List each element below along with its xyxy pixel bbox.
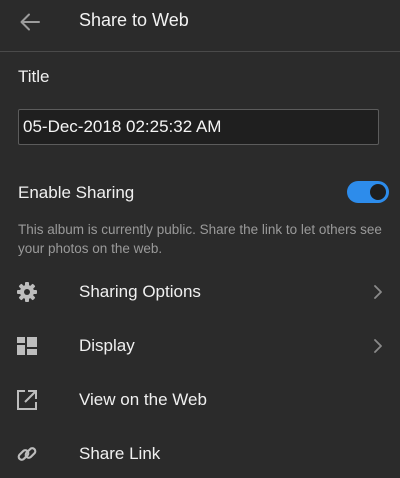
menu-item-view-on-web[interactable]: View on the Web (0, 377, 400, 423)
external-link-icon (17, 390, 37, 410)
title-input[interactable] (18, 109, 379, 145)
toggle-knob (370, 184, 386, 200)
menu-item-share-link[interactable]: Share Link (0, 431, 400, 477)
chevron-right-icon (374, 285, 382, 299)
layout-grid-icon (17, 337, 37, 355)
chevron-right-icon (374, 339, 382, 353)
sharing-description: This album is currently public. Share th… (18, 222, 382, 256)
menu-item-display[interactable]: Display (0, 323, 400, 369)
title-label: Title (18, 67, 50, 86)
menu-item-label: Display (79, 336, 135, 355)
gear-icon (17, 282, 37, 302)
page-title: Share to Web (79, 10, 189, 30)
menu-item-label: Sharing Options (79, 282, 201, 301)
enable-sharing-toggle[interactable] (347, 181, 389, 203)
link-icon (17, 447, 37, 461)
arrow-left-icon (20, 13, 40, 31)
menu-item-label: View on the Web (79, 390, 207, 409)
back-button[interactable] (14, 8, 46, 36)
menu-item-label: Share Link (79, 444, 161, 463)
enable-sharing-label: Enable Sharing (18, 183, 135, 202)
app-header: Share to Web (0, 0, 400, 52)
menu-item-sharing-options[interactable]: Sharing Options (0, 269, 400, 315)
